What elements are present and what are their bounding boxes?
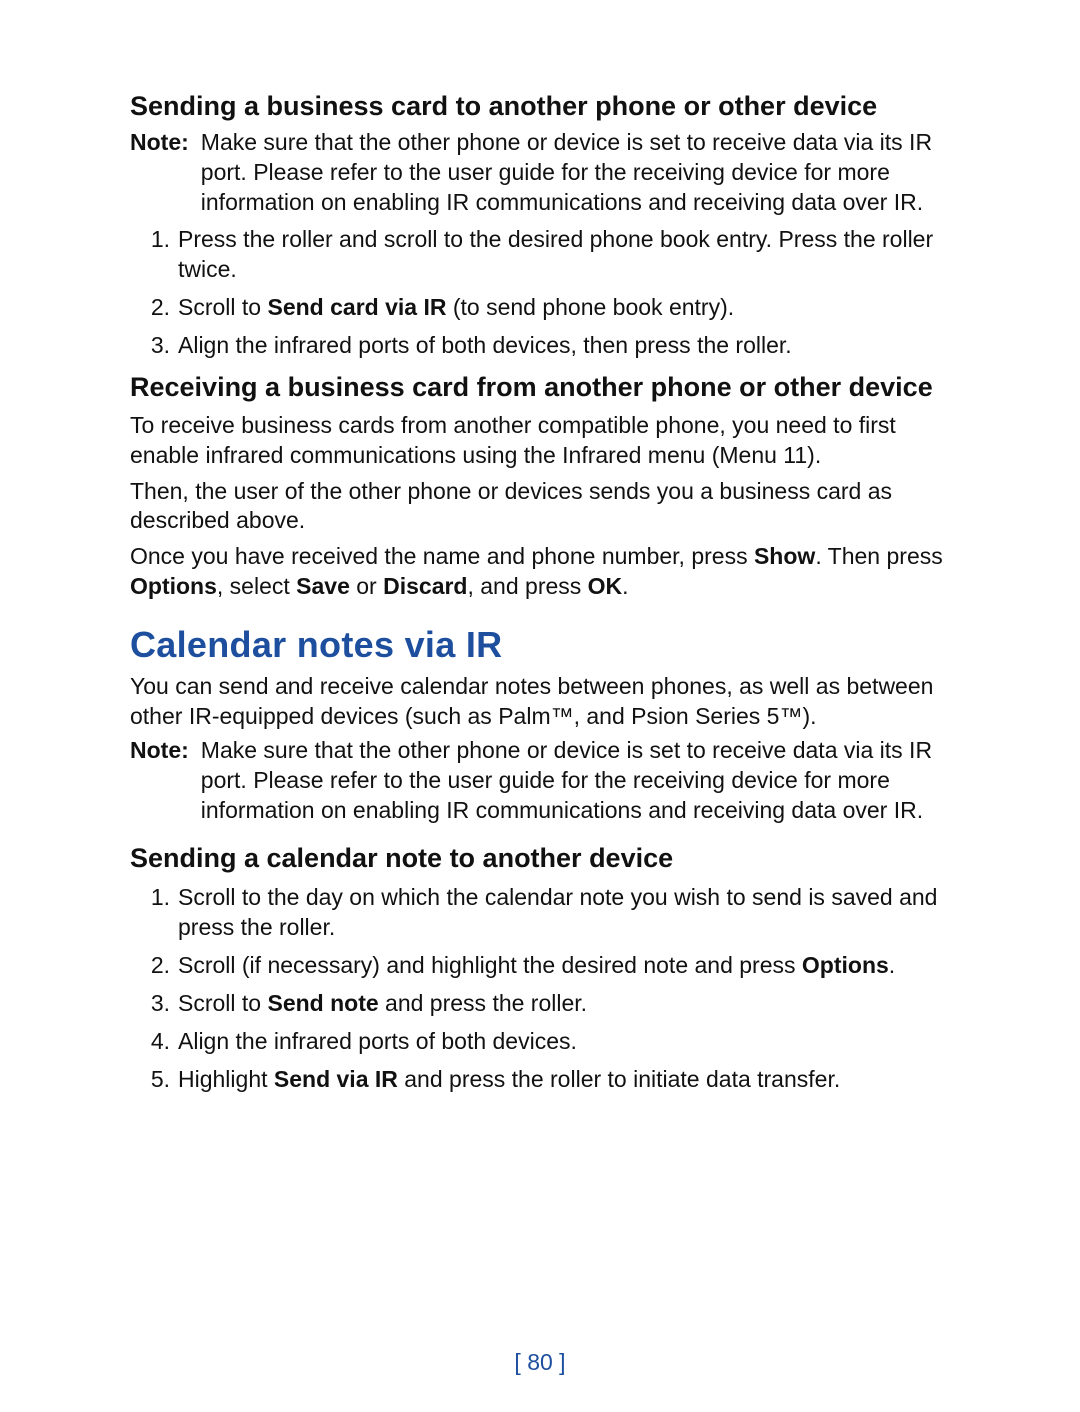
- list-item: 2. Scroll to Send card via IR (to send p…: [130, 293, 970, 323]
- list-item: 4. Align the infrared ports of both devi…: [130, 1027, 970, 1057]
- note-label: Note:: [130, 128, 189, 218]
- paragraph: To receive business cards from another c…: [130, 411, 970, 471]
- note-label: Note:: [130, 736, 189, 826]
- page-number: [ 80 ]: [0, 1349, 1080, 1376]
- list-text: Press the roller and scroll to the desir…: [178, 226, 933, 282]
- list-number: 5.: [140, 1065, 170, 1095]
- paragraph: Then, the user of the other phone or dev…: [130, 477, 970, 537]
- list-number: 1.: [140, 883, 170, 913]
- list-item: 2. Scroll (if necessary) and highlight t…: [130, 951, 970, 981]
- heading-calendar-notes-via-ir: Calendar notes via IR: [130, 624, 970, 666]
- list-number: 3.: [140, 331, 170, 361]
- note-block-1: Note: Make sure that the other phone or …: [130, 128, 970, 218]
- heading-receiving-business-card: Receiving a business card from another p…: [130, 371, 970, 405]
- list-number: 4.: [140, 1027, 170, 1057]
- list-item: 1. Press the roller and scroll to the de…: [130, 225, 970, 285]
- steps-sending-business-card: 1. Press the roller and scroll to the de…: [130, 225, 970, 361]
- paragraph: You can send and receive calendar notes …: [130, 672, 970, 732]
- list-number: 2.: [140, 293, 170, 323]
- heading-sending-business-card: Sending a business card to another phone…: [130, 90, 970, 124]
- note-body: Make sure that the other phone or device…: [201, 128, 970, 218]
- list-item: 3. Align the infrared ports of both devi…: [130, 331, 970, 361]
- steps-sending-calendar-note: 1. Scroll to the day on which the calend…: [130, 883, 970, 1094]
- list-text: Scroll to Send note and press the roller…: [178, 990, 587, 1016]
- list-item: 3. Scroll to Send note and press the rol…: [130, 989, 970, 1019]
- list-number: 1.: [140, 225, 170, 255]
- list-number: 3.: [140, 989, 170, 1019]
- list-text: Scroll to Send card via IR (to send phon…: [178, 294, 734, 320]
- list-item: 1. Scroll to the day on which the calend…: [130, 883, 970, 943]
- list-text: Align the infrared ports of both devices…: [178, 1028, 577, 1054]
- heading-sending-calendar-note: Sending a calendar note to another devic…: [130, 842, 970, 876]
- paragraph: Once you have received the name and phon…: [130, 542, 970, 602]
- list-number: 2.: [140, 951, 170, 981]
- note-block-2: Note: Make sure that the other phone or …: [130, 736, 970, 826]
- list-text: Scroll to the day on which the calendar …: [178, 884, 937, 940]
- list-text: Scroll (if necessary) and highlight the …: [178, 952, 895, 978]
- document-page: Sending a business card to another phone…: [0, 0, 1080, 1412]
- list-text: Highlight Send via IR and press the roll…: [178, 1066, 840, 1092]
- list-text: Align the infrared ports of both devices…: [178, 332, 792, 358]
- note-body: Make sure that the other phone or device…: [201, 736, 970, 826]
- list-item: 5. Highlight Send via IR and press the r…: [130, 1065, 970, 1095]
